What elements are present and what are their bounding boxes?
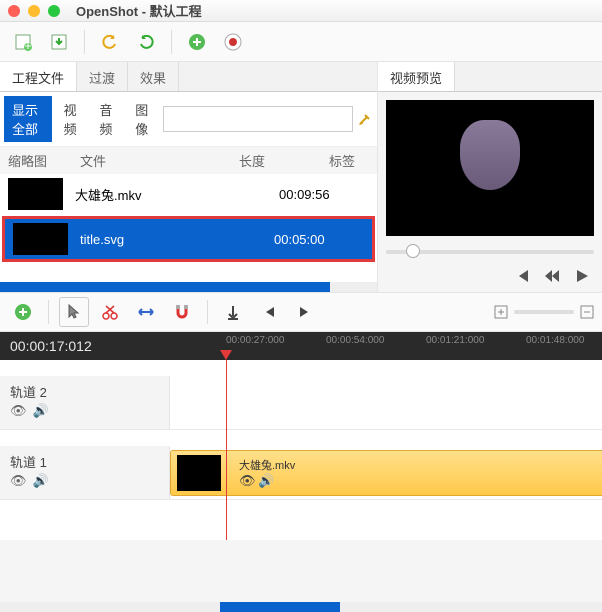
tab-project-files[interactable]: 工程文件 [0,62,77,91]
export-button[interactable] [218,27,248,57]
video-preview[interactable] [386,100,594,236]
eye-icon[interactable]: 👁 [10,473,27,489]
file-thumbnail [13,223,68,255]
col-file[interactable]: 文件 [80,151,239,170]
track-header[interactable]: 轨道 2 👁 🔊 [0,376,170,429]
track-body[interactable] [170,376,602,429]
zoom-in-icon[interactable] [494,305,508,319]
save-project-button[interactable] [44,27,74,57]
separator [84,30,85,54]
next-marker-button[interactable] [290,297,320,327]
tab-video-preview[interactable]: 视频预览 [378,62,455,91]
playhead[interactable] [226,360,227,540]
window-maximize-icon[interactable] [48,5,60,17]
prev-marker-button[interactable] [254,297,284,327]
file-length: 00:09:56 [279,187,369,202]
bottom-scrollbar[interactable] [0,602,602,612]
razor-tool-button[interactable] [95,297,125,327]
speaker-icon[interactable]: 🔊 [33,473,49,489]
file-name: 大雄兔.mkv [75,185,279,204]
pointer-tool-button[interactable] [59,297,89,327]
file-list: 大雄兔.mkv 00:09:56 title.svg 00:05:00 [0,174,377,282]
window-close-icon[interactable] [8,5,20,17]
window-title: OpenShot - 默认工程 [76,1,202,20]
timeline-ruler[interactable]: 00:00:17:012 00:00:27:000 00:00:54:000 0… [0,332,602,360]
zoom-slider[interactable] [326,305,594,319]
file-row[interactable]: title.svg 00:05:00 [5,219,372,259]
jump-start-icon[interactable] [514,268,530,284]
separator [207,300,208,324]
track-body[interactable]: 大雄兔.mkv 👁 🔊 [170,446,602,499]
ruler-tick: 00:01:48:000 [526,335,584,346]
project-panel: 工程文件 过渡 效果 显示全部 视频 音频 图像 缩略图 文件 长度 标签 大雄… [0,62,378,292]
track[interactable]: 轨道 1 👁🔊 大雄兔.mkv 👁 🔊 [0,446,602,500]
tab-transitions[interactable]: 过渡 [77,62,128,91]
track-label: 轨道 1 [10,452,159,471]
undo-button[interactable] [95,27,125,57]
file-filters: 显示全部 视频 音频 图像 [0,92,377,147]
file-length: 00:05:00 [274,232,364,247]
timeline-tracks: 轨道 2 👁🔊 轨道 1 👁🔊 大雄兔.mkv 👁 🔊 [0,360,602,540]
separator [48,300,49,324]
file-name: title.svg [80,232,274,247]
separator [171,30,172,54]
col-tag[interactable]: 标签 [329,151,369,170]
timeline-toolbar [0,292,602,332]
window-minimize-icon[interactable] [28,5,40,17]
preview-slider[interactable] [386,244,594,260]
col-length[interactable]: 长度 [239,151,329,170]
rewind-icon[interactable] [544,268,560,284]
left-tabs: 工程文件 过渡 效果 [0,62,377,92]
eye-icon: 👁 [239,473,256,488]
col-thumbnail[interactable]: 缩略图 [8,151,80,170]
file-thumbnail [8,178,63,210]
titlebar: OpenShot - 默认工程 [0,0,602,22]
eye-icon[interactable]: 👁 [10,403,27,419]
speaker-icon[interactable]: 🔊 [33,403,49,419]
ruler-tick: 00:00:54:000 [326,335,384,346]
svg-text:+: + [24,38,32,52]
track-header[interactable]: 轨道 1 👁 🔊 [0,446,170,499]
new-project-button[interactable]: + [8,27,38,57]
clip-thumbnail [177,455,221,491]
resize-tool-button[interactable] [131,297,161,327]
preview-panel: 视频预览 [378,62,602,292]
current-time: 00:00:17:012 [10,338,92,354]
clear-search-icon[interactable] [357,110,373,128]
filter-all[interactable]: 显示全部 [4,96,52,142]
zoom-out-icon[interactable] [580,305,594,319]
play-icon[interactable] [574,268,590,284]
redo-button[interactable] [131,27,161,57]
filter-image[interactable]: 图像 [127,96,159,142]
marker-button[interactable] [218,297,248,327]
file-row[interactable]: 大雄兔.mkv 00:09:56 [0,174,377,214]
filter-audio[interactable]: 音频 [91,96,123,142]
clip[interactable]: 大雄兔.mkv 👁 🔊 [170,450,602,496]
add-track-button[interactable] [8,297,38,327]
track-label: 轨道 2 [10,382,159,401]
clip-label: 大雄兔.mkv [239,457,295,473]
import-button[interactable] [182,27,212,57]
scrollbar[interactable] [0,282,377,292]
filter-video[interactable]: 视频 [56,96,88,142]
ruler-tick: 00:01:21:000 [426,335,484,346]
main-toolbar: + [0,22,602,62]
speaker-icon: 🔊 [258,473,274,488]
snap-button[interactable] [167,297,197,327]
search-input[interactable] [163,106,353,132]
track[interactable]: 轨道 2 👁 🔊 [0,376,602,430]
ruler-tick: 00:00:27:000 [226,335,284,346]
tab-effects[interactable]: 效果 [128,62,179,91]
file-columns: 缩略图 文件 长度 标签 [0,147,377,174]
playback-controls [378,260,602,292]
